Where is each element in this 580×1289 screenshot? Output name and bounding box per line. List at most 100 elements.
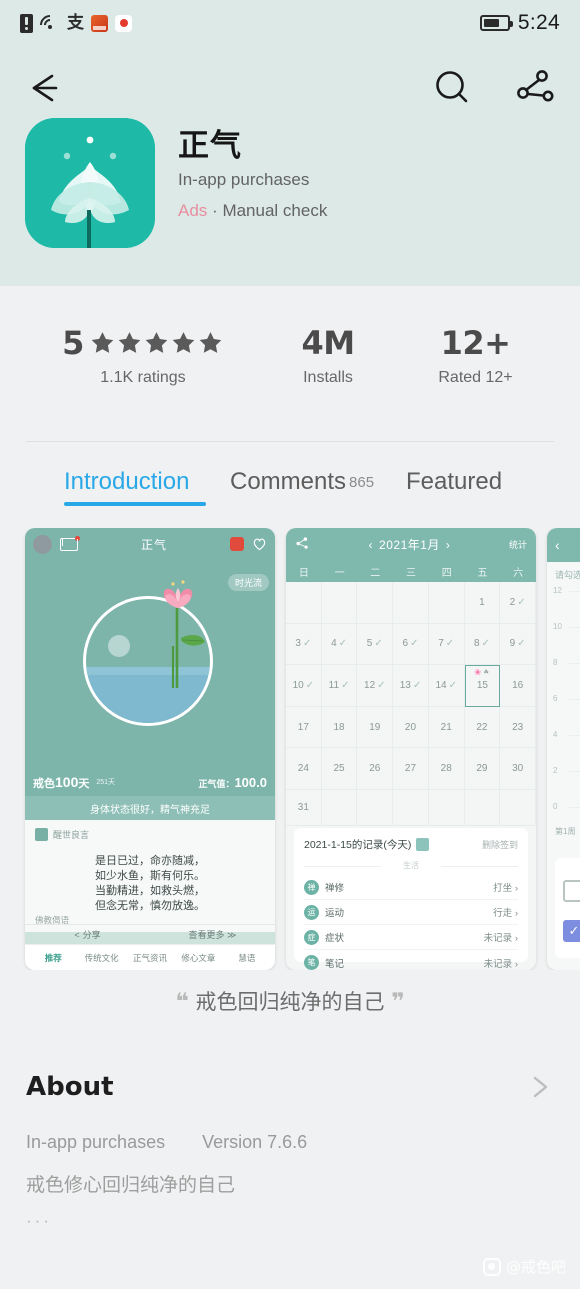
screenshot-home[interactable]: 正气 时光流 戒色100天 251天 正气值：100.0 身体状态很好，精气神充… — [25, 528, 275, 970]
shot2-last-row: 31 — [286, 790, 536, 826]
shot2-delete-label[interactable]: 删除签到 — [482, 838, 518, 851]
row-value: 行走 — [493, 908, 513, 919]
app-subtitle: In-app purchases — [178, 170, 310, 189]
shot1-tab[interactable]: 推荐 — [29, 952, 77, 964]
row-label: 运动 — [325, 908, 345, 919]
symptom-icon: 症 — [304, 929, 319, 945]
quote-line: 如少水鱼，斯有何乐。 — [95, 869, 205, 882]
wifi-icon — [35, 10, 65, 40]
shot2-record-row[interactable]: 笔 笔记 未记录 › — [304, 950, 518, 970]
shot1-tab[interactable]: 传统文化 — [77, 952, 125, 964]
shot2-month-title: 2021年1月 — [379, 537, 440, 552]
tab-comments-count: 865 — [349, 474, 375, 491]
shot1-more-label: 查看更多 ≫ — [188, 930, 237, 940]
about-description: 戒色修心回归纯净的自己 — [26, 1174, 236, 1196]
shot1-badge: 时光流 — [227, 574, 269, 591]
weekday: 一 — [334, 567, 345, 579]
about-meta: In-app purchases Version 7.6.6 — [26, 1132, 339, 1153]
next-month-icon[interactable]: › — [446, 538, 451, 552]
gift-icon — [230, 537, 244, 551]
shot2-record-row[interactable]: 禅 禅修 打坐 › — [304, 875, 518, 900]
app-detail-page: 支 5:24 正气 In-app purchases Ads · Manual … — [0, 0, 580, 1289]
rating-stars — [89, 330, 224, 356]
avatar-icon — [33, 534, 52, 554]
weekday: 二 — [370, 567, 381, 579]
shot2-record-title: 2021-1-15的记录(今天) — [304, 839, 412, 851]
shot3-axis: 12 10 8 6 4 2 0 — [553, 586, 580, 816]
ads-label: Ads — [178, 201, 208, 220]
tagline-text: 戒色回归纯净的自己 — [195, 990, 385, 1014]
screenshot-carousel[interactable]: 正气 时光流 戒色100天 251天 正气值：100.0 身体状态很好，精气神充… — [0, 528, 580, 970]
chevron-right-icon[interactable] — [528, 1072, 554, 1102]
close-quote-icon: ❞ — [391, 989, 405, 1015]
stat-age-rating: 12+ Rated 12+ — [398, 324, 553, 387]
battery-icon — [479, 15, 513, 31]
search-icon[interactable] — [430, 66, 474, 110]
shot1-tab[interactable]: 修心文章 — [174, 952, 222, 964]
status-bar: 支 5:24 — [0, 0, 580, 46]
shot1-share-label: 分享 — [82, 930, 101, 940]
weekday: 五 — [477, 567, 488, 579]
share-icon[interactable] — [512, 66, 558, 110]
shot1-share-action[interactable]: < 分享 — [25, 925, 150, 944]
prev-month-icon[interactable]: ‹ — [369, 538, 374, 552]
shot2-share-icon — [295, 536, 310, 552]
row-value: 未记录 — [483, 933, 513, 944]
app-title: 正气 — [178, 128, 242, 164]
shot1-days-sub: 251天 — [96, 779, 116, 786]
shot1-quote-header: 醒世良言 — [53, 830, 90, 840]
shot1-stats-bar: 戒色100天 251天 正气值：100.0 — [25, 768, 275, 796]
tab-featured-label: Featured — [406, 468, 503, 495]
about-purchases: In-app purchases — [26, 1132, 166, 1152]
weekday: 日 — [298, 567, 309, 579]
shot1-days-unit: 天 — [78, 777, 90, 790]
tab-introduction[interactable]: Introduction — [64, 468, 189, 496]
row-label: 笔记 — [325, 958, 345, 970]
screenshot-chart[interactable]: ‹ 请勾选 12 10 8 6 4 2 0 第1周 ✓ — [547, 528, 580, 970]
back-small-icon[interactable]: ‹ — [555, 537, 560, 553]
stat-rating[interactable]: 5 1.1K ratings — [0, 324, 286, 387]
about-section-title: About — [26, 1072, 114, 1102]
content-card: 5 1.1K ratings 4M Installs 12+ Rated 12+… — [0, 286, 580, 1289]
shot2-weekday-row: 日 一 二 三 四 五 六 — [286, 560, 536, 582]
shot1-tab[interactable]: 正气资讯 — [126, 952, 174, 964]
tab-comments-label: Comments — [230, 468, 347, 495]
shot1-more-action[interactable]: 查看更多 ≫ — [150, 925, 275, 944]
shot1-quote-actions: < 分享 查看更多 ≫ — [25, 924, 275, 944]
shot1-score-label: 正气值： — [198, 778, 235, 789]
shot1-tab[interactable]: 慧语 — [223, 952, 271, 964]
age-rating-label: Rated 12+ — [438, 369, 513, 386]
shot1-bottom-tabs: 推荐 传统文化 正气资讯 修心文章 慧语 — [25, 944, 275, 970]
shot3-hint: 请勾选 — [555, 570, 580, 580]
share-small-icon: < — [74, 929, 80, 940]
tab-active-underline — [64, 502, 206, 506]
rating-count-label: 1.1K ratings — [100, 369, 186, 386]
note-icon: 笔 — [304, 955, 319, 970]
quote-line: 但念无常，慎勿放逸。 — [95, 899, 205, 912]
tab-comments[interactable]: Comments 865 — [230, 468, 374, 496]
shot2-record-row[interactable]: 运 运动 行走 › — [304, 900, 518, 925]
shot2-record-row[interactable]: 症 症状 未记录 › — [304, 925, 518, 950]
status-bar-right: 5:24 — [479, 11, 560, 35]
app-header: 正气 In-app purchases Ads · Manual check — [0, 46, 580, 286]
shot1-title: 正气 — [140, 537, 167, 552]
tab-featured[interactable]: Featured — [406, 468, 502, 496]
weekday: 四 — [441, 567, 452, 579]
quote-line: 是日已过，命亦随减， — [95, 854, 205, 867]
app-tagline: ❝ 戒色回归纯净的自己 ❞ — [0, 986, 580, 1016]
row-label: 症状 — [325, 933, 345, 944]
shot2-stats-link[interactable]: 统计 — [509, 538, 527, 551]
screenshot-calendar[interactable]: ‹ 2021年1月 › 统计 日 一 二 三 四 五 六 1 2 ✓ 3 ✓ 4… — [286, 528, 536, 970]
exercise-icon: 运 — [304, 904, 319, 920]
shot1-status-text: 身体状态很好，精气神充足 — [25, 796, 275, 820]
quote-badge-icon — [35, 828, 48, 841]
watermark-logo-icon — [482, 1257, 501, 1276]
watermark: @戒色吧 — [482, 1256, 566, 1277]
open-quote-icon: ❝ — [175, 989, 189, 1015]
back-arrow-icon[interactable] — [24, 70, 68, 106]
checkbox-checked-icon[interactable]: ✓ — [563, 920, 580, 942]
checkbox-unchecked-icon[interactable] — [563, 880, 580, 902]
meditation-icon: 禅 — [304, 879, 319, 895]
quote-line: 当勤精进，如救头燃， — [95, 884, 205, 897]
shot2-calendar-grid: 1 2 ✓ 3 ✓ 4 ✓ 5 ✓ 6 ✓ 7 ✓ 8 ✓ 9 ✓ 10 ✓ 11 ✓ 12 ✓ 13 ✓ 14 ✓ 🌸☘ 15 1… — [286, 582, 536, 790]
